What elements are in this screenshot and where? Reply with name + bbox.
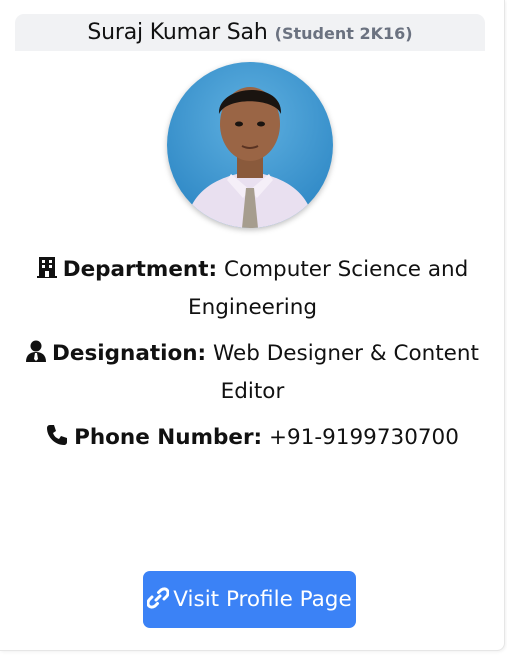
building-icon	[36, 254, 57, 290]
visit-profile-button[interactable]: Visit Profile Page	[143, 571, 356, 628]
phone-value[interactable]: +91-9199730700	[269, 425, 459, 450]
phone-row: Phone Number: +91-9199730700	[20, 420, 485, 458]
designation-value: Web Designer & Content Editor	[213, 341, 479, 404]
link-icon	[146, 574, 170, 631]
phone-icon	[46, 422, 68, 458]
profile-header: Suraj Kumar Sah (Student 2K16)	[15, 14, 485, 51]
avatar-photo	[167, 62, 333, 228]
profile-card: Suraj Kumar Sah (Student 2K16) Departmen…	[0, 0, 505, 651]
visit-profile-label: Visit Profile Page	[173, 587, 352, 612]
profile-name: Suraj Kumar Sah	[87, 20, 268, 45]
department-value: Computer Science and Engineering	[188, 257, 469, 320]
department-label: Department:	[62, 257, 218, 282]
designation-row: Designation: Web Designer & Content Edit…	[20, 336, 485, 410]
avatar	[167, 62, 333, 228]
designation-label: Designation:	[52, 341, 207, 366]
department-row: Department: Computer Science and Enginee…	[20, 252, 485, 326]
user-tie-icon	[26, 338, 47, 374]
phone-label: Phone Number:	[74, 425, 263, 450]
profile-subtitle: (Student 2K16)	[274, 24, 413, 43]
